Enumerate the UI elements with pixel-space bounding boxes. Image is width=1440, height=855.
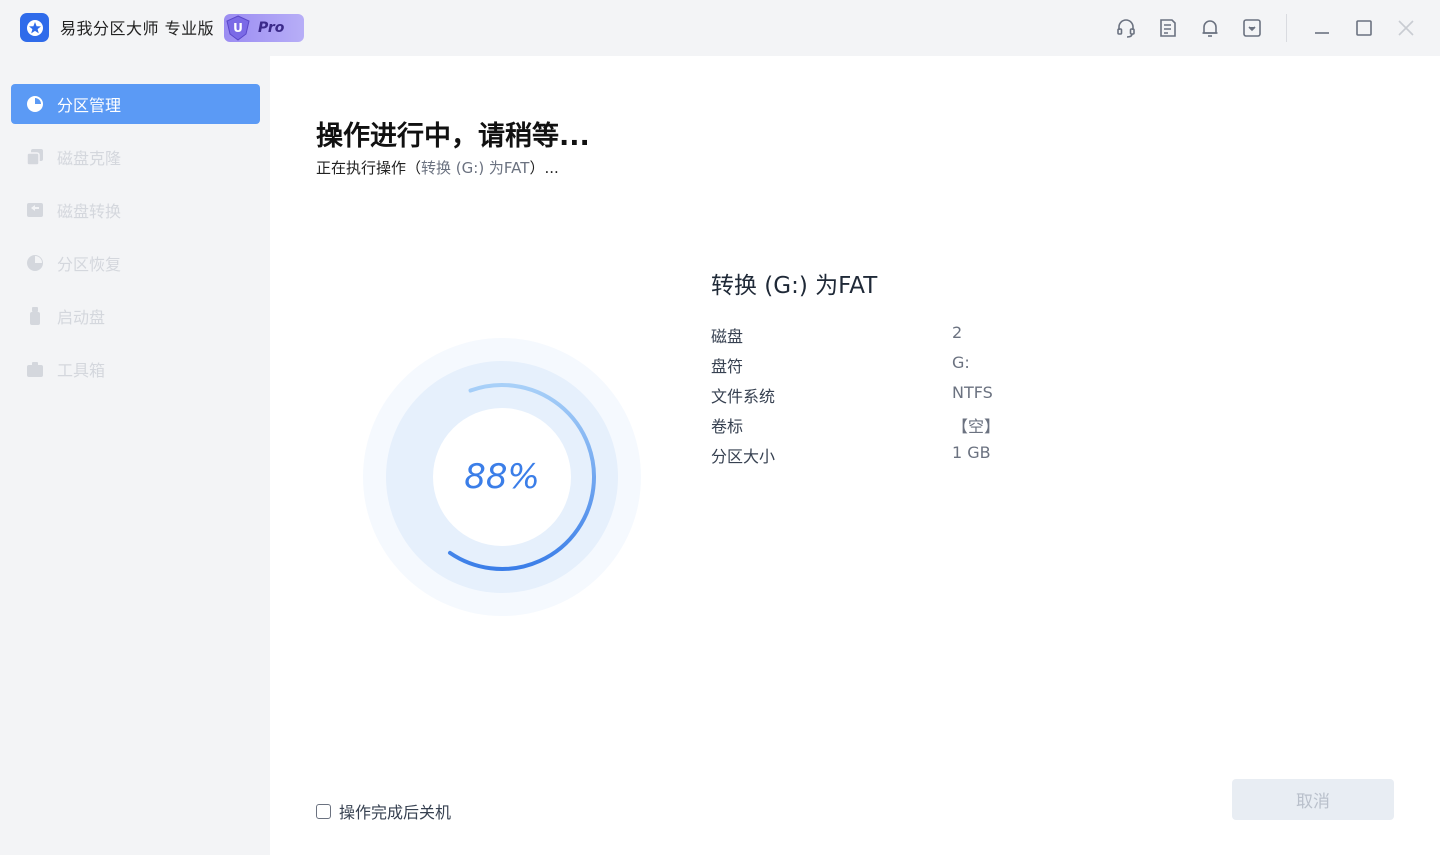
badge-letter: U [233, 21, 243, 35]
sidebar-item-label: 磁盘克隆 [57, 149, 122, 168]
detail-key: 分区大小 [711, 447, 776, 466]
title-bar: 易我分区大师 专业版 U Pro [0, 0, 1440, 56]
status-prefix: 正在执行操作（ [316, 159, 422, 177]
usb-drive-icon [24, 305, 46, 327]
page-title: 操作进行中，请稍等... [316, 121, 590, 152]
detail-row-disk: 磁盘 2 [711, 323, 1211, 347]
detail-value: G: [952, 353, 970, 372]
headset-icon[interactable] [1114, 16, 1138, 40]
app-title: 易我分区大师 专业版 [60, 19, 215, 38]
notes-icon[interactable] [1156, 16, 1180, 40]
toolbox-icon [24, 358, 46, 380]
dropdown-box-icon[interactable] [1240, 16, 1264, 40]
u-shield-icon: U [224, 14, 252, 42]
detail-value: NTFS [952, 383, 993, 402]
maximize-icon[interactable] [1352, 16, 1376, 40]
pie-chart-icon [24, 93, 46, 115]
disk-clone-icon [24, 146, 46, 168]
sidebar-item-label: 启动盘 [57, 308, 106, 327]
bell-icon[interactable] [1198, 16, 1222, 40]
progress-ring: 88% [363, 338, 641, 616]
detail-key: 卷标 [711, 417, 744, 436]
minimize-icon[interactable] [1310, 16, 1334, 40]
partition-recovery-icon [24, 252, 46, 274]
sidebar-item-partition-recovery[interactable]: 分区恢复 [11, 243, 260, 283]
detail-key: 盘符 [711, 357, 744, 376]
sidebar-item-disk-convert[interactable]: 磁盘转换 [11, 190, 260, 230]
sidebar-item-label: 工具箱 [57, 361, 106, 380]
detail-row-drive-letter: 盘符 G: [711, 353, 1211, 377]
status-suffix: ）... [529, 159, 559, 177]
detail-key: 磁盘 [711, 327, 744, 346]
operation-detail-title: 转换 (G:) 为FAT [711, 273, 878, 299]
pro-label: Pro [258, 20, 285, 36]
shutdown-checkbox[interactable] [316, 803, 331, 819]
operation-status: 正在执行操作（转换 (G:) 为FAT）... [316, 157, 559, 178]
shutdown-after-complete[interactable]: 操作完成后关机 [316, 800, 451, 822]
detail-key: 文件系统 [711, 387, 776, 406]
sidebar: 分区管理 磁盘克隆 磁盘转换 分区恢复 启动盘 工具箱 [0, 56, 270, 855]
detail-row-file-system: 文件系统 NTFS [711, 383, 1211, 407]
titlebar-separator [1286, 14, 1287, 42]
progress-percent: 88% [464, 457, 540, 497]
detail-value: 1 GB [952, 443, 991, 462]
sidebar-item-label: 磁盘转换 [57, 202, 122, 221]
close-icon[interactable] [1394, 16, 1418, 40]
sidebar-item-label: 分区管理 [57, 96, 122, 115]
sidebar-item-toolbox[interactable]: 工具箱 [11, 349, 260, 389]
pro-badge: U Pro [224, 14, 304, 42]
sidebar-item-boot-disk[interactable]: 启动盘 [11, 296, 260, 336]
app-logo-icon [20, 13, 49, 42]
main-panel: 操作进行中，请稍等... 正在执行操作（转换 (G:) 为FAT）... 88%… [270, 56, 1440, 855]
disk-convert-icon [24, 199, 46, 221]
detail-value: 【空】 [952, 417, 1001, 436]
shutdown-label: 操作完成后关机 [339, 803, 452, 822]
status-operation: 转换 (G:) 为FAT [421, 159, 530, 177]
detail-row-partition-size: 分区大小 1 GB [711, 443, 1211, 467]
sidebar-item-partition-management[interactable]: 分区管理 [11, 84, 260, 124]
cancel-button[interactable]: 取消 [1232, 779, 1394, 820]
sidebar-item-disk-clone[interactable]: 磁盘克隆 [11, 137, 260, 177]
detail-row-volume-label: 卷标 【空】 [711, 413, 1211, 437]
detail-value: 2 [952, 323, 963, 342]
sidebar-item-label: 分区恢复 [57, 255, 122, 274]
